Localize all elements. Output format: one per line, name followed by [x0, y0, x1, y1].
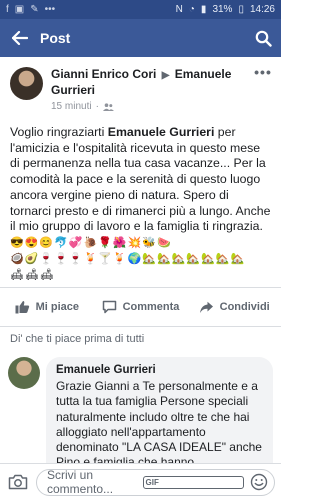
- tagged-user[interactable]: Emanuele Gurrieri: [108, 125, 215, 139]
- notification-icon: ▣: [14, 4, 25, 15]
- back-arrow-icon: [12, 31, 28, 45]
- comment: Emanuele Gurrieri Grazie Gianni a Te per…: [8, 357, 273, 479]
- smiley-icon[interactable]: [250, 473, 268, 491]
- post-emoji-line-3: 🛋🛋🛋: [10, 268, 55, 281]
- post-time[interactable]: 15 minuti: [51, 101, 92, 112]
- comment-composer: Scrivi un commento... GIF: [0, 463, 281, 500]
- search-button[interactable]: [245, 19, 281, 57]
- status-icons-left: f ▣ ✎ •••: [6, 4, 55, 15]
- dots-icon: •••: [44, 4, 56, 15]
- more-options-button[interactable]: •••: [253, 65, 273, 115]
- author-avatar[interactable]: [10, 67, 43, 100]
- post-text: Voglio ringraziarti Emanuele Gurrieri pe…: [0, 115, 281, 283]
- status-icons-right: N ◔ ▮ 31% ▯ 14:26: [176, 4, 275, 15]
- page-title: Post: [40, 30, 71, 46]
- comment-input[interactable]: Scrivi un commento... GIF: [36, 468, 275, 496]
- comment-input-placeholder: Scrivi un commento...: [47, 468, 114, 496]
- share-label: Condividi: [219, 301, 270, 313]
- comment-bubble[interactable]: Emanuele Gurrieri Grazie Gianni a Te per…: [46, 357, 273, 479]
- camera-icon: [8, 474, 28, 490]
- arrow-right-icon: ▶: [161, 70, 170, 81]
- comment-button[interactable]: Commenta: [94, 288, 188, 326]
- post-author-line: Gianni Enrico Cori ▶ Emanuele Gurrieri: [51, 67, 253, 98]
- post-actions: Mi piace Commenta Condividi: [0, 287, 281, 327]
- wifi-icon: ◔: [188, 4, 195, 15]
- post-header: Gianni Enrico Cori ▶ Emanuele Gurrieri 1…: [0, 57, 281, 115]
- post-emoji-line-2: 🥥🥑🍷🍷🍷🍹🍸🍹🌍🏡🏡🏡🏡🏡🏡🏡: [10, 252, 246, 265]
- nfc-icon: N: [175, 4, 183, 15]
- post-text-main: per l'amicizia e l'ospitalità ricevuta i…: [10, 125, 271, 234]
- comment-author[interactable]: Emanuele Gurrieri: [56, 364, 263, 376]
- back-button[interactable]: [0, 19, 40, 57]
- post-emoji-line-1: 😎😍😊🐬💞🐌🌹🌺💥🐝🍉: [10, 236, 172, 249]
- tools-icon: ✎: [30, 4, 39, 15]
- friends-privacy-icon: [102, 102, 114, 111]
- post-meta: 15 minuti ·: [51, 101, 253, 112]
- post-header-info: Gianni Enrico Cori ▶ Emanuele Gurrieri 1…: [51, 67, 253, 115]
- app-bar: Post: [0, 19, 281, 57]
- gif-button[interactable]: GIF: [142, 475, 244, 489]
- share-icon: [199, 301, 213, 313]
- clock: 14:26: [249, 4, 275, 15]
- post: Gianni Enrico Cori ▶ Emanuele Gurrieri 1…: [0, 57, 281, 283]
- commenter-avatar[interactable]: [8, 357, 40, 389]
- battery-icon: ▯: [238, 4, 244, 15]
- post-text-intro: Voglio ringraziarti: [10, 125, 108, 139]
- thumbs-up-icon: [15, 301, 29, 314]
- camera-button[interactable]: [6, 470, 30, 494]
- status-bar: f ▣ ✎ ••• N ◔ ▮ 31% ▯ 14:26: [0, 0, 281, 19]
- post-author[interactable]: Gianni Enrico Cori: [51, 67, 156, 81]
- like-label: Mi piace: [35, 301, 80, 313]
- separator-dot: ·: [95, 101, 99, 112]
- search-icon: [255, 30, 272, 47]
- comment-text: Grazie Gianni a Te personalmente e a tut…: [56, 379, 262, 469]
- facebook-icon: f: [6, 4, 9, 15]
- like-button[interactable]: Mi piace: [0, 288, 94, 326]
- share-button[interactable]: Condividi: [187, 288, 281, 326]
- first-like-prompt[interactable]: Di' che ti piace prima di tutti: [10, 333, 144, 345]
- comment-label: Commenta: [122, 301, 180, 313]
- battery-percent: 31%: [212, 4, 233, 15]
- signal-icon: ▮: [200, 4, 207, 15]
- comment-icon: [102, 300, 116, 314]
